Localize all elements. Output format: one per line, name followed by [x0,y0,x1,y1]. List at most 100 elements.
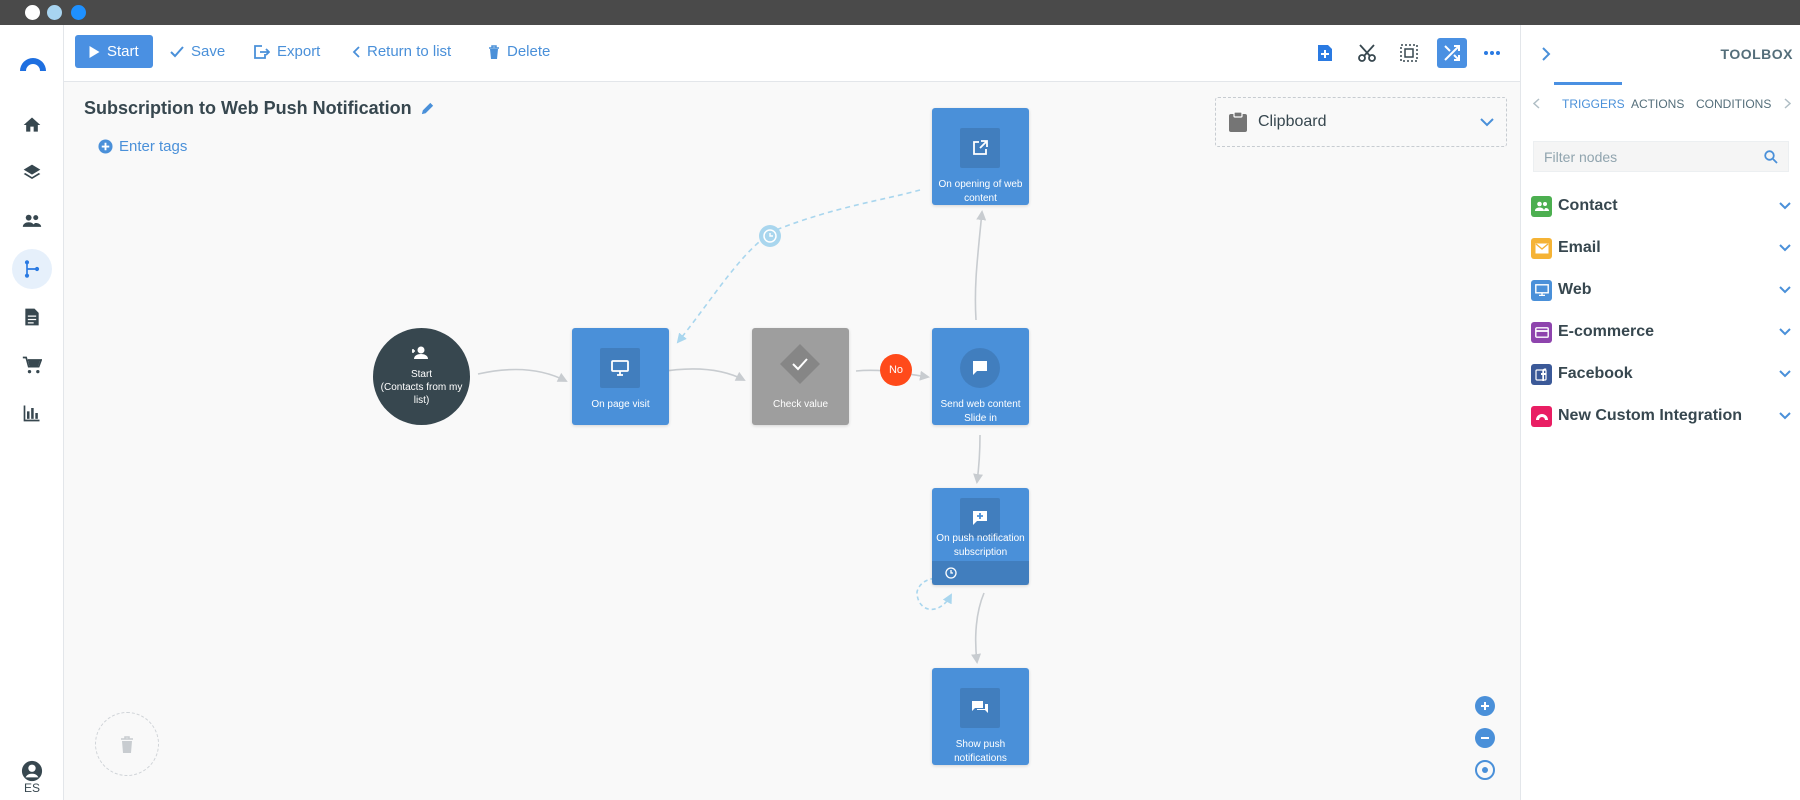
tabs-scroll-left-icon[interactable] [1533,98,1540,109]
chevron-down-icon [1779,244,1791,252]
category-label: E-commerce [1558,323,1655,340]
tabs-scroll-right-icon[interactable] [1784,98,1791,109]
delete-button[interactable]: Delete [488,35,550,68]
zoom-out-button[interactable] [1475,728,1495,748]
app-logo[interactable] [17,45,49,77]
layers-icon [23,164,41,179]
contact-category-icon [1531,195,1552,217]
window-minimize-dot[interactable] [47,5,62,20]
edit-pencil-icon[interactable] [420,101,435,116]
node-show-push-notifications[interactable]: Show push notifications [932,668,1029,765]
return-button-label: Return to list [367,43,452,60]
return-to-list-button[interactable]: Return to list [352,35,451,68]
contacts-icon [22,214,42,227]
flow-canvas[interactable]: Subscription to Web Push Notification En… [64,82,1520,800]
node-icon-box [960,348,1000,388]
nav-contacts[interactable] [12,201,52,241]
node-send-web-content[interactable]: Send web content Slide in [932,328,1029,425]
collapse-panel-chevron-icon[interactable] [1541,47,1551,61]
no-branch-badge[interactable]: No [880,354,912,386]
toolbox-panel: TOOLBOX TRIGGERS ACTIONS CONDITIONS Filt… [1520,25,1800,800]
ecommerce-category-icon [1531,321,1552,343]
node-label: Send web content Slide in [940,399,1021,424]
enter-tags-button[interactable]: Enter tags [98,138,187,155]
node-on-opening-web-content[interactable]: On opening of web content [932,108,1029,205]
clipboard-label: Clipboard [1258,113,1327,130]
export-button-label: Export [277,43,321,60]
start-node[interactable]: Start (Contacts from my list) [373,328,470,425]
more-options-button[interactable] [1477,38,1507,68]
cart-icon [22,356,42,374]
chevron-down-icon [1779,202,1791,210]
add-note-button[interactable] [1310,38,1340,68]
flow-branch-icon [24,260,40,278]
chevron-left-icon [352,45,360,58]
flow-title: Subscription to Web Push Notification [84,98,435,119]
chevron-down-icon [1480,117,1494,126]
select-area-button[interactable] [1394,38,1424,68]
nav-home[interactable] [12,105,52,145]
auto-layout-button[interactable] [1437,38,1467,68]
add-contact-icon [412,346,428,359]
tab-conditions[interactable]: CONDITIONS [1696,97,1771,111]
search-icon [1764,149,1778,164]
node-label: Check value [772,399,829,410]
trash-drop-zone[interactable] [95,712,159,776]
export-button[interactable]: Export [254,35,320,68]
editor-toolbar: Start Save Export Return to list Delete [64,25,1520,82]
category-label: Email [1558,239,1601,256]
cut-button[interactable] [1352,38,1382,68]
chevron-down-icon [1779,328,1791,336]
category-contact[interactable]: Contact [1531,193,1791,219]
window-maximize-dot[interactable] [71,5,86,20]
filter-nodes-input[interactable]: Filter nodes [1533,141,1789,172]
shuffle-icon [1444,45,1460,61]
category-web[interactable]: Web [1531,277,1791,303]
plus-icon [1481,702,1489,710]
category-email[interactable]: Email [1531,235,1791,261]
category-facebook[interactable]: Facebook [1531,361,1791,387]
toolbox-header: TOOLBOX [1521,25,1800,82]
node-on-push-subscription[interactable]: On push notification subscription [932,488,1029,585]
node-on-page-visit[interactable]: On page visit [572,328,669,425]
scissors-icon [1358,44,1376,62]
node-label: On push notification subscription [936,533,1025,558]
nav-flows[interactable] [12,249,52,289]
category-label: New Custom Integration [1558,407,1743,424]
category-ecommerce[interactable]: E-commerce [1531,319,1791,345]
target-icon [1482,767,1488,773]
chat-bubbles-icon [972,701,988,713]
nav-reports[interactable] [12,393,52,433]
custom-integration-category-icon [1531,405,1552,427]
center-view-button[interactable] [1475,760,1495,780]
zoom-in-button[interactable] [1475,696,1495,716]
nav-layers[interactable] [12,153,52,193]
save-button[interactable]: Save [170,35,225,68]
check-icon [170,45,184,57]
more-icon [1484,51,1500,55]
category-new-custom-integration[interactable]: New Custom Integration [1531,403,1791,429]
tab-triggers[interactable]: TRIGGERS [1562,97,1625,111]
clipboard-icon [1229,111,1247,132]
toolbox-tabs: TRIGGERS ACTIONS CONDITIONS [1521,82,1800,122]
message-bubble-icon [973,361,987,375]
chevron-down-icon [1779,412,1791,420]
chevron-down-icon [1779,370,1791,378]
nav-documents[interactable] [12,297,52,337]
nav-cart[interactable] [12,345,52,385]
chevron-down-icon [1779,286,1791,294]
tab-actions[interactable]: ACTIONS [1631,97,1684,111]
add-circle-icon [98,139,113,154]
start-node-subtitle: (Contacts from my list) [380,382,463,406]
flow-title-text: Subscription to Web Push Notification [84,98,412,118]
start-button[interactable]: Start [75,35,153,68]
start-node-title: Start [410,369,433,380]
language-indicator[interactable]: ES [0,781,64,795]
trash-icon [121,735,133,753]
bar-chart-icon [23,405,40,422]
user-account-icon[interactable] [21,760,43,782]
clipboard-dropdown[interactable]: Clipboard [1215,97,1507,147]
minus-icon [1481,737,1489,739]
window-close-dot[interactable] [25,5,40,20]
node-check-value[interactable]: Check value [752,328,849,425]
